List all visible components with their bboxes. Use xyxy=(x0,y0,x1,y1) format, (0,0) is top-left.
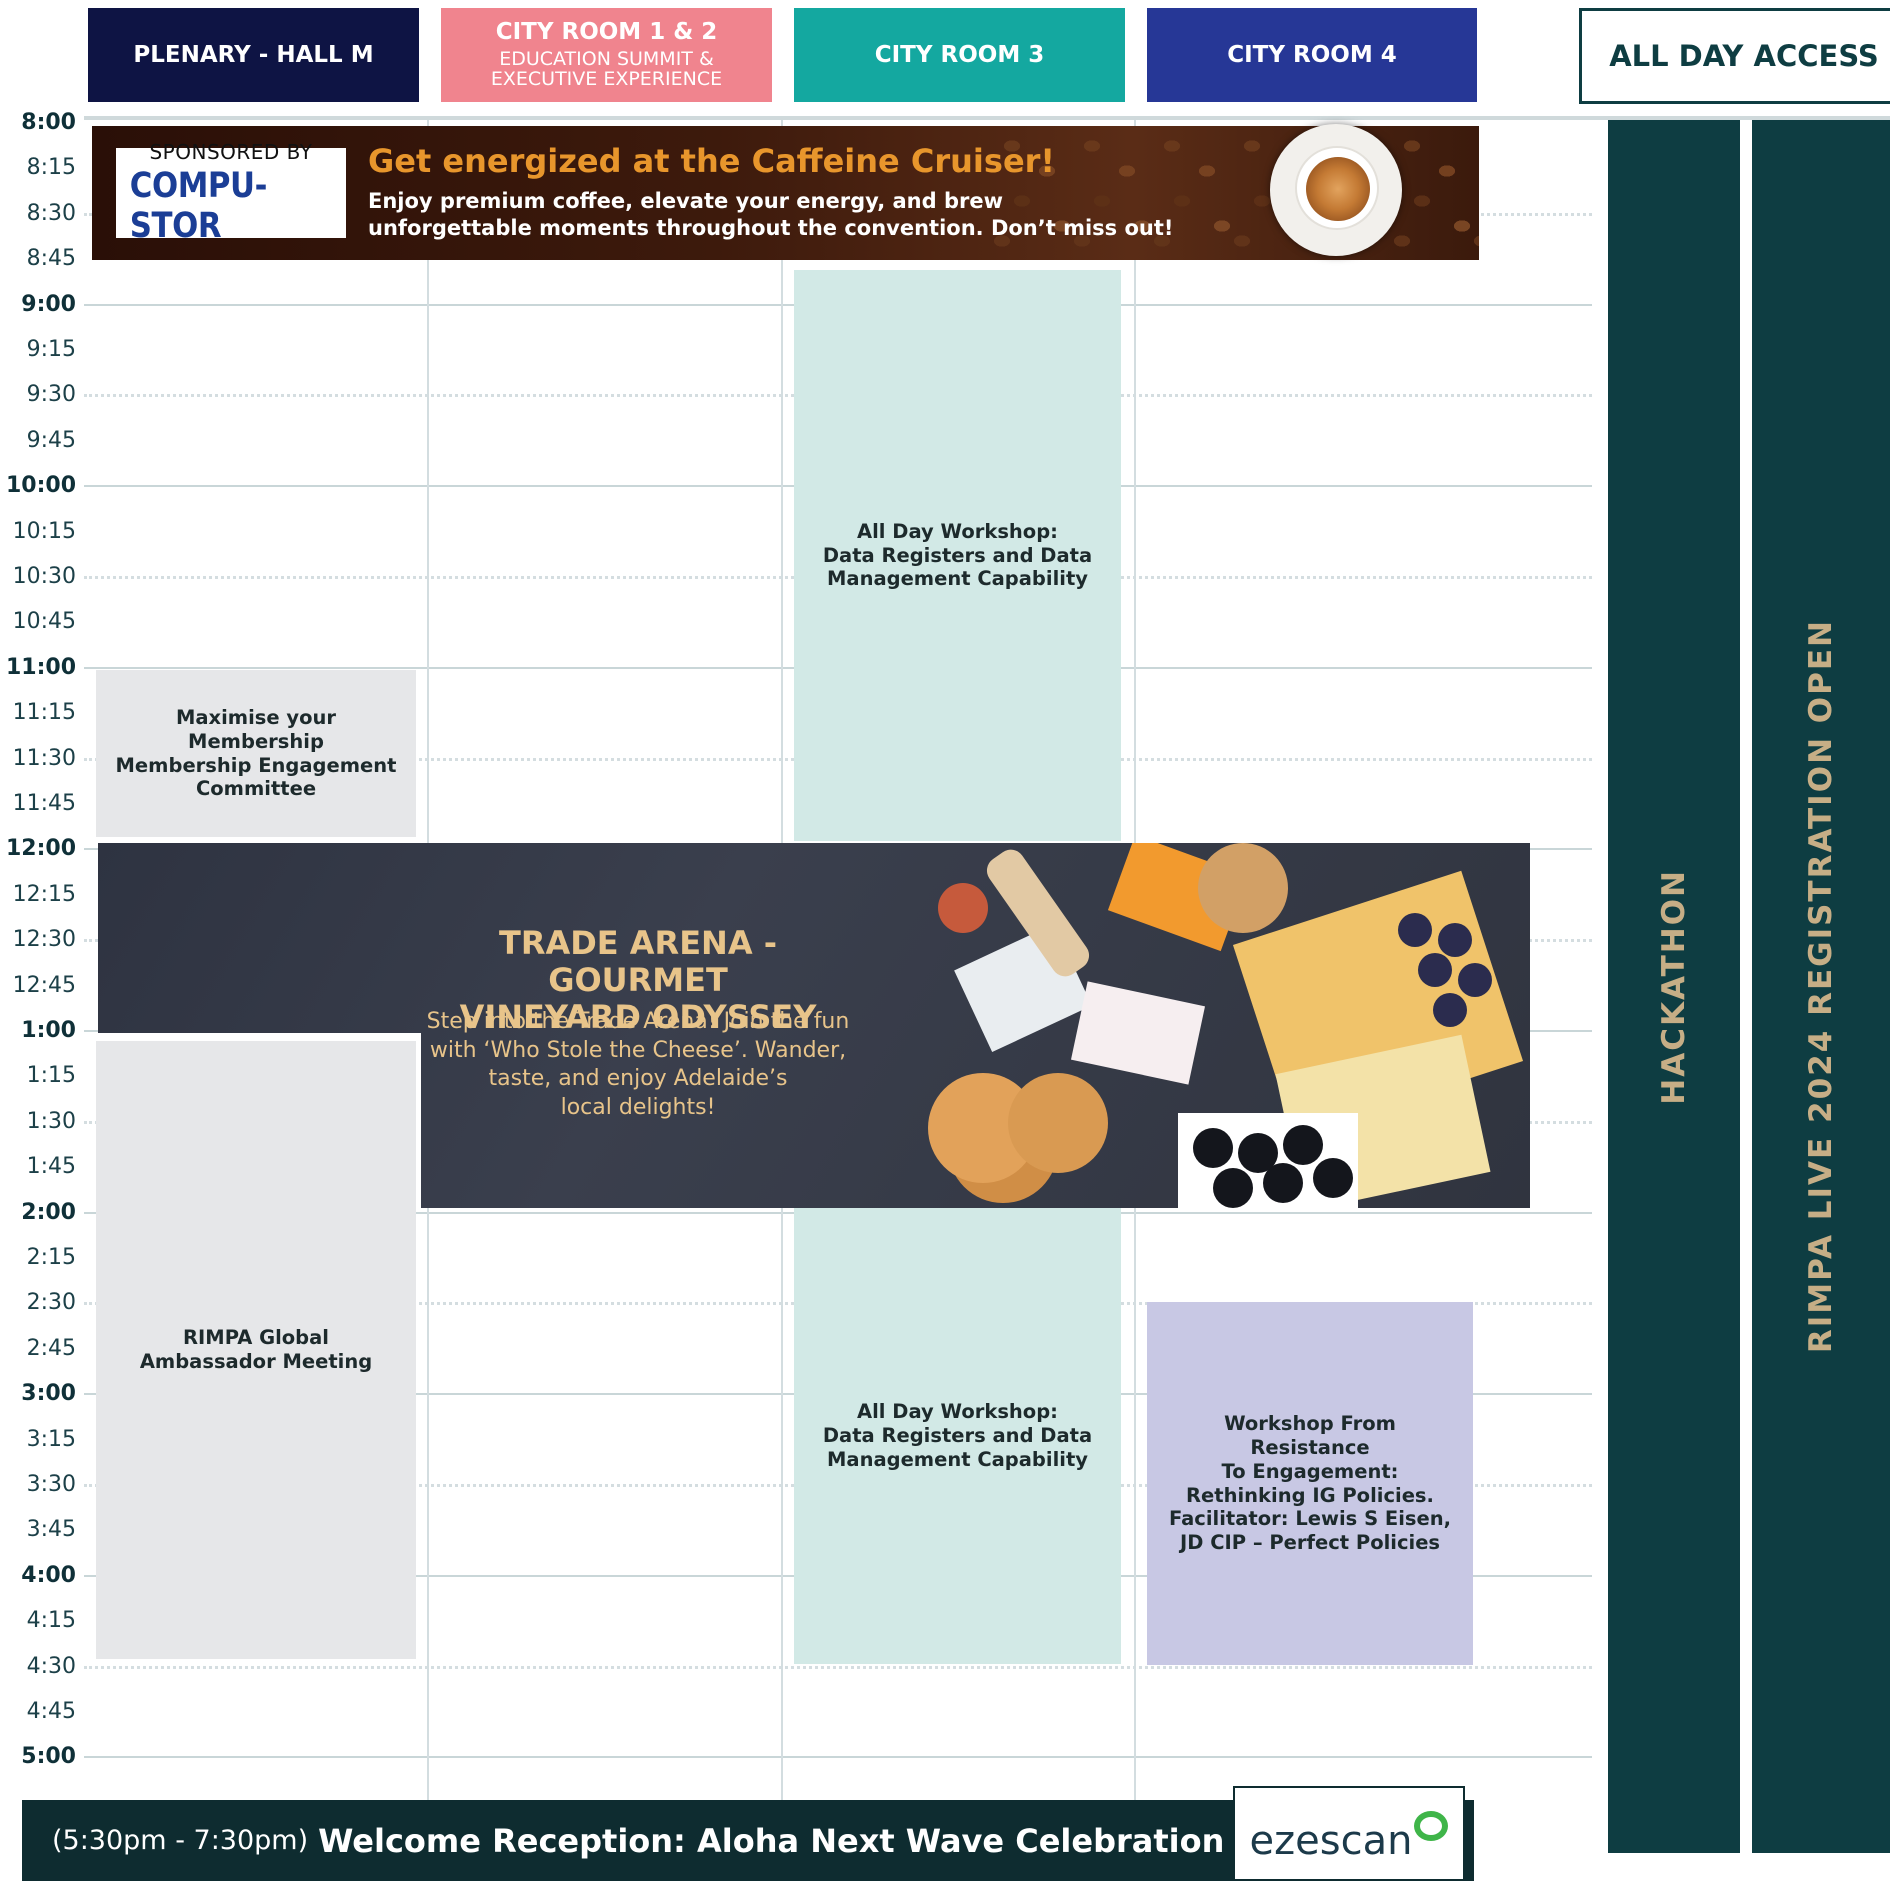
time-label: 8:45 xyxy=(26,246,76,272)
time-label: 5:00 xyxy=(21,1744,76,1770)
time-label: 11:00 xyxy=(5,654,76,680)
time-label: 4:30 xyxy=(26,1653,76,1679)
time-label: 1:30 xyxy=(26,1108,76,1134)
time-label: 11:30 xyxy=(12,745,76,771)
time-label: 9:00 xyxy=(21,291,76,317)
time-label: 11:15 xyxy=(12,700,76,726)
hackathon-bar: HACKATHON xyxy=(1608,120,1740,1853)
session-title: Maximise your Membership Membership Enga… xyxy=(115,705,397,801)
time-label: 2:15 xyxy=(26,1245,76,1270)
time-label: 8:30 xyxy=(26,200,76,226)
room-title: CITY ROOM 3 xyxy=(874,41,1045,68)
time-label: 8:00 xyxy=(21,110,76,135)
ambassador-notch-fill xyxy=(96,1041,416,1208)
banner-body: Enjoy premium coffee, elevate your energ… xyxy=(368,189,1174,241)
time-label: 10:45 xyxy=(12,609,76,635)
time-label: 3:45 xyxy=(26,1517,76,1543)
time-label: 12:15 xyxy=(12,881,76,907)
time-label: 10:30 xyxy=(12,564,76,589)
registration-open-label: RIMPA LIVE 2024 REGISTRATION OPEN xyxy=(1803,619,1839,1354)
compu-stor-sponsor-logo: SPONSORED BY COMPU-STOR xyxy=(116,140,346,246)
welcome-reception-bar: (5:30pm - 7:30pm) Welcome Reception: Alo… xyxy=(22,1786,1474,1881)
room-title: CITY ROOM 1 & 2 xyxy=(495,18,718,45)
session-all-day-workshop-pm[interactable]: All Day Workshop: Data Registers and Dat… xyxy=(794,1208,1121,1664)
all-day-access-header: ALL DAY ACCESS xyxy=(1579,8,1890,104)
room-header-city-room-4: CITY ROOM 4 xyxy=(1147,8,1477,102)
time-label: 11:45 xyxy=(12,791,76,816)
time-label: 2:00 xyxy=(21,1199,76,1225)
sponsor-name: COMPU-STOR xyxy=(129,166,268,246)
session-title: Workshop From Resistance To Engagement: … xyxy=(1168,1412,1452,1555)
time-label: 9:30 xyxy=(26,382,76,408)
time-label: 10:15 xyxy=(12,518,76,544)
room-title: CITY ROOM 4 xyxy=(1227,41,1397,68)
time-label: 4:45 xyxy=(26,1699,76,1724)
hackathon-label: HACKATHON xyxy=(1656,868,1692,1105)
time-label: 3:00 xyxy=(21,1381,76,1407)
time-label: 2:30 xyxy=(26,1290,76,1316)
time-label: 3:15 xyxy=(26,1426,76,1452)
room-title: PLENARY - HALL M xyxy=(133,41,374,68)
time-label: 12:00 xyxy=(5,836,76,862)
session-membership-engagement[interactable]: Maximise your Membership Membership Enga… xyxy=(96,670,416,837)
registration-open-bar: RIMPA LIVE 2024 REGISTRATION OPEN xyxy=(1752,120,1890,1853)
half-hour-gridline xyxy=(84,1665,1592,1669)
time-label: 4:00 xyxy=(21,1562,76,1588)
room-header-city-room-3: CITY ROOM 3 xyxy=(794,8,1125,102)
session-title: All Day Workshop: Data Registers and Dat… xyxy=(822,519,1093,591)
time-label: 9:15 xyxy=(26,337,76,362)
time-label: 12:30 xyxy=(12,927,76,953)
time-label: 1:00 xyxy=(21,1018,76,1043)
all-day-access-label: ALL DAY ACCESS xyxy=(1609,39,1879,73)
session-resistance-to-engagement[interactable]: Workshop From Resistance To Engagement: … xyxy=(1147,1302,1473,1665)
cheese-board-image xyxy=(928,843,1530,1208)
sponsored-by-label: SPONSORED BY xyxy=(149,140,313,164)
time-label: 3:30 xyxy=(26,1472,76,1497)
time-label: 12:45 xyxy=(12,972,76,998)
ezescan-logo-text: ezescan xyxy=(1249,1817,1413,1864)
session-all-day-workshop-am[interactable]: All Day Workshop: Data Registers and Dat… xyxy=(794,270,1121,841)
hour-gridline xyxy=(84,1756,1592,1759)
time-label: 10:00 xyxy=(5,473,76,499)
time-label: 1:45 xyxy=(26,1154,76,1180)
session-title: RIMPA Global Ambassador Meeting xyxy=(139,1326,373,1373)
reception-text: (5:30pm - 7:30pm) Welcome Reception: Alo… xyxy=(52,1800,1224,1881)
time-label: 1:15 xyxy=(26,1063,76,1089)
caffeine-cruiser-banner: SPONSORED BY COMPU-STOR Get energized at… xyxy=(92,124,1479,260)
trade-arena-body: Step into the Trade Arena! Join the fun … xyxy=(426,1009,850,1120)
time-label: 2:45 xyxy=(26,1335,76,1361)
room-header-city-room-1-2: CITY ROOM 1 & 2 EDUCATION SUMMIT & EXECU… xyxy=(441,8,772,102)
time-label: 8:15 xyxy=(26,155,76,181)
banner-headline: Get energized at the Caffeine Cruiser! xyxy=(368,142,1056,180)
coffee-cup-icon xyxy=(1270,124,1402,256)
reception-time: (5:30pm - 7:30pm) xyxy=(52,1825,309,1856)
time-label: 9:45 xyxy=(26,427,76,453)
chat-bubble-icon xyxy=(1414,1810,1449,1841)
time-label: 4:15 xyxy=(26,1608,76,1634)
ezescan-sponsor-logo: ezescan xyxy=(1233,1786,1465,1881)
room-subtitle: EDUCATION SUMMIT & EXECUTIVE EXPERIENCE xyxy=(490,48,723,91)
room-header-plenary: PLENARY - HALL M xyxy=(88,8,419,102)
reception-title: Welcome Reception: Aloha Next Wave Celeb… xyxy=(318,1821,1225,1860)
session-title: All Day Workshop: Data Registers and Dat… xyxy=(822,1400,1093,1471)
